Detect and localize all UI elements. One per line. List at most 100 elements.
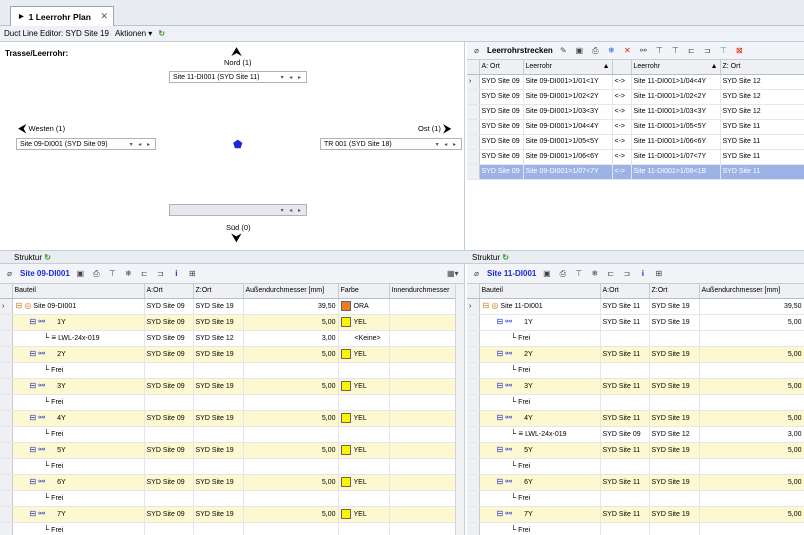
table-row[interactable]: ⊟ ⚯ 4Y SYD Site 11 SYD Site 19 5,00 [467,410,804,427]
table-row[interactable]: › SYD Site 09 Site 09-DI001>1/01<1Y <-> Site… [467,74,804,90]
row-header-cell[interactable] [0,362,13,379]
table-row[interactable]: ⊟ ⚯ 3Y SYD Site 11 SYD Site 19 5,00 [467,378,804,395]
bauteil-cell[interactable]: └ Frei [12,426,145,443]
table-row[interactable]: └ Frei [0,522,456,535]
table-row[interactable]: └ ≡ LWL-24x-019 SYD Site 09 SYD Site 12 3,00 [467,426,804,443]
row-header-cell[interactable] [467,506,480,523]
bauteil-cell[interactable]: └ Frei [479,362,601,379]
table-row[interactable]: SYD Site 09 Site 09-DI001>1/06<6Y <-> Site … [467,149,804,165]
bauteil-cell[interactable]: ⊟ ⚯ 4Y [12,410,145,427]
bauteil-cell[interactable]: ⊟ ⚯ 5Y [479,442,601,459]
bauteil-cell[interactable]: └ ≡ LWL-24x-019 [479,426,601,443]
north-combo[interactable]: Site 11-DI001 (SYD Site 11) ▾ ◂ ▸ [169,71,307,83]
bauteil-cell[interactable]: └ Frei [479,490,601,507]
bauteil-cell[interactable]: ⊟ ⚯ 2Y [479,346,601,363]
bauteil-cell[interactable]: └ Frei [12,394,145,411]
refresh-icon[interactable]: ↻ [158,29,165,38]
bauteil-cell[interactable]: └ Frei [479,330,601,347]
tool4-icon[interactable]: ⊐ [702,46,713,56]
col-connector[interactable] [612,60,632,75]
table-row[interactable]: ⊟ ⚯ 6Y SYD Site 09 SYD Site 19 5,00 YEL [0,474,456,491]
tool3-icon[interactable]: ⊐ [621,269,632,279]
snowflake-icon[interactable]: ❄ [123,269,134,279]
row-header-cell[interactable] [0,442,13,459]
bauteil-cell[interactable]: └ Frei [12,458,145,475]
table-row[interactable]: └ ≡ LWL-24x-019 SYD Site 09 SYD Site 12 3,00… [0,330,456,347]
row-header-cell[interactable] [467,119,480,135]
row-header-cell[interactable] [0,330,13,347]
table-row[interactable]: └ Frei [467,394,804,411]
table-row[interactable]: › ⊟ ◎ Site 11-DI001 SYD Site 11 SYD Site 19 3… [467,298,804,315]
table-row[interactable]: › ⊟ ◎ Site 09-DI001 SYD Site 09 SYD Site 19 3… [0,298,456,315]
row-header-cell[interactable] [467,134,480,150]
edit-icon[interactable]: ✎ [558,46,569,56]
tool5-icon[interactable]: ⊤ [718,46,729,56]
row-header-cell[interactable] [467,314,480,331]
print-icon[interactable]: ⎙ [557,269,568,279]
tool3-icon[interactable]: ⊏ [686,46,697,56]
col-a-ort[interactable]: A:Ort [144,284,194,299]
col-leerrohr-z[interactable]: Leerrohr ▲ [631,60,721,75]
col-leerrohr-a[interactable]: Leerrohr ▲ [523,60,613,75]
row-header-cell[interactable] [467,89,480,105]
row-header-cell[interactable] [0,426,13,443]
row-header-cell[interactable] [467,330,480,347]
row-header-cell[interactable] [467,104,480,120]
print-icon[interactable]: ⎙ [590,46,601,56]
col-bauteil[interactable]: Bauteil [12,284,145,299]
row-header-cell[interactable] [467,394,480,411]
table-row[interactable]: ⊟ ⚯ 4Y SYD Site 09 SYD Site 19 5,00 YEL [0,410,456,427]
save-icon[interactable]: ▣ [75,269,86,279]
bauteil-cell[interactable]: ⊟ ⚯ 5Y [12,442,145,459]
table-row[interactable]: ⊟ ⚯ 1Y SYD Site 11 SYD Site 19 5,00 [467,314,804,331]
table-row[interactable]: └ Frei [467,490,804,507]
tool2-icon[interactable]: ⊏ [139,269,150,279]
tool4-icon[interactable]: ⊞ [187,269,198,279]
combo-controls-icon[interactable]: ▾ ◂ ▸ [130,141,155,148]
row-header-cell[interactable] [467,458,480,475]
save-icon[interactable]: ▣ [574,46,585,56]
east-combo[interactable]: TR 001 (SYD Site 18) ▾ ◂ ▸ [320,138,462,150]
row-header-cell[interactable] [0,474,13,491]
row-header-cell[interactable] [0,314,13,331]
table-row[interactable]: SYD Site 09 Site 09-DI001>1/03<3Y <-> Site … [467,104,804,120]
info-icon[interactable]: i [171,269,182,279]
actions-menu[interactable]: Aktionen ▾ [115,29,152,38]
table-row[interactable]: ⊟ ⚯ 7Y SYD Site 09 SYD Site 19 5,00 YEL [0,506,456,523]
row-header-cell[interactable] [467,378,480,395]
bauteil-cell[interactable]: ⊟ ⚯ 6Y [479,474,601,491]
row-header-cell[interactable] [0,458,13,475]
combo-controls-icon[interactable]: ▾ ◂ ▸ [281,74,306,81]
tool6-icon[interactable]: ⊠ [734,46,745,56]
table-row[interactable]: SYD Site 09 Site 09-DI001>1/05<5Y <-> Site … [467,134,804,150]
bauteil-cell[interactable]: ⊟ ⚯ 1Y [12,314,145,331]
row-header-cell[interactable] [0,346,13,363]
row-header-cell[interactable] [467,362,480,379]
vertical-scrollbar[interactable] [455,284,464,535]
west-combo[interactable]: Site 09-DI001 (SYD Site 09) ▾ ◂ ▸ [16,138,156,150]
bauteil-cell[interactable]: ⊟ ◎ Site 11-DI001 [479,298,601,315]
table-row[interactable]: ⊟ ⚯ 3Y SYD Site 09 SYD Site 19 5,00 YEL [0,378,456,395]
table-row[interactable]: └ Frei [0,394,456,411]
bauteil-cell[interactable]: ⊟ ◎ Site 09-DI001 [12,298,145,315]
row-header-cell[interactable] [0,490,13,507]
bauteil-cell[interactable]: ⊟ ⚯ 1Y [479,314,601,331]
row-header-cell[interactable] [0,410,13,427]
col-z-ort[interactable]: Z:Ort [649,284,700,299]
bauteil-cell[interactable]: └ Frei [479,458,601,475]
close-icon[interactable]: ✕ [100,11,108,22]
table-row[interactable]: └ Frei [467,522,804,535]
bauteil-cell[interactable]: └ Frei [12,362,145,379]
table-row[interactable]: └ Frei [0,426,456,443]
bauteil-cell[interactable]: └ Frei [12,522,145,535]
table-row[interactable]: SYD Site 09 Site 09-DI001>1/02<2Y <-> Site … [467,89,804,105]
tool4-icon[interactable]: ⊞ [653,269,664,279]
bauteil-cell[interactable]: └ Frei [12,490,145,507]
table-row[interactable]: ⊟ ⚯ 2Y SYD Site 11 SYD Site 19 5,00 [467,346,804,363]
table-row[interactable]: ⊟ ⚯ 6Y SYD Site 11 SYD Site 19 5,00 [467,474,804,491]
grid-icon[interactable]: ▦▾ [447,269,459,279]
tool2-icon[interactable]: ⊏ [605,269,616,279]
bauteil-cell[interactable]: └ ≡ LWL-24x-019 [12,330,145,347]
delete-icon[interactable]: ✕ [622,46,633,56]
row-header-cell[interactable] [467,490,480,507]
